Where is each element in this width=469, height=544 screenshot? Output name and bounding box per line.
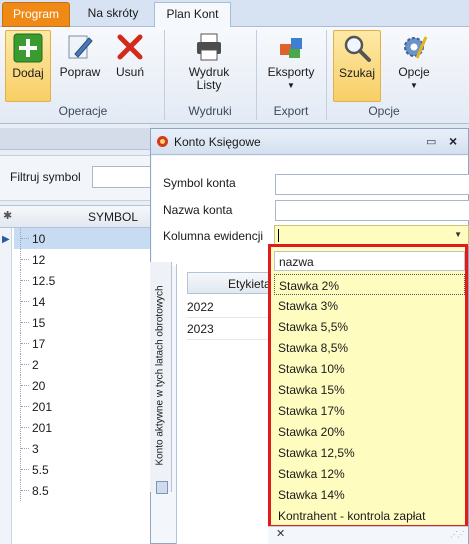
table-row[interactable]: 5.5 — [14, 459, 150, 480]
opcje-button[interactable]: Opcje ▼ — [392, 30, 436, 92]
column-header-symbol[interactable]: SYMBOL — [88, 210, 138, 224]
table-row[interactable]: 3 — [14, 438, 150, 459]
restore-icon[interactable]: ▭ — [426, 135, 436, 148]
group-label-wydruki: Wydruki — [188, 104, 232, 118]
ribbon-tabbar: Program Na skróty Plan Kont — [0, 0, 469, 28]
table-row[interactable]: 8.5 — [14, 480, 150, 501]
eksporty-button[interactable]: Eksporty ▼ — [262, 30, 320, 92]
side-tab-lata-obrotowe[interactable]: Konto aktywne w tych latach obrotowych — [150, 262, 172, 492]
chevron-down-icon: ▼ — [410, 81, 418, 90]
add-icon — [13, 33, 43, 63]
kolumna-label: Kolumna ewidencji — [163, 229, 264, 243]
resize-grip-icon[interactable]: ⋰⋰ — [450, 530, 465, 539]
szukaj-button[interactable]: Szukaj — [333, 30, 381, 102]
dropdown-item[interactable]: Stawka 17% — [274, 400, 465, 421]
dropdown-item[interactable]: Stawka 5,5% — [274, 316, 465, 337]
dropdown-item[interactable]: Stawka 3% — [274, 295, 465, 316]
table-row[interactable]: 201 — [14, 396, 150, 417]
export-icon — [276, 32, 306, 62]
nazwa-label: Nazwa konta — [163, 203, 233, 217]
filter-label: Filtruj symbol — [10, 170, 81, 184]
dropdown-item[interactable]: Stawka 15% — [274, 379, 465, 400]
dropdown-item[interactable]: Stawka 14% — [274, 484, 465, 505]
dropdown-item[interactable]: Stawka 10% — [274, 358, 465, 379]
separator — [256, 30, 257, 120]
usun-button[interactable]: Usuń — [110, 30, 150, 79]
close-icon[interactable]: × — [449, 133, 457, 149]
dropdown-item[interactable]: Stawka 20% — [274, 421, 465, 442]
popraw-button[interactable]: Popraw — [56, 30, 104, 79]
table-row[interactable]: 17 — [14, 333, 150, 354]
app-icon — [157, 136, 168, 147]
delete-icon — [115, 32, 145, 62]
dropdown-item[interactable]: Stawka 2% — [274, 274, 465, 295]
side-tab-icon — [156, 481, 168, 494]
table-row[interactable]: 10 — [14, 228, 150, 249]
dodaj-button[interactable]: Dodaj — [5, 30, 51, 102]
separator — [164, 30, 165, 120]
dialog-title: Konto Księgowe — [174, 135, 261, 149]
dropdown-item[interactable]: Stawka 12% — [274, 463, 465, 484]
gear-icon — [399, 32, 429, 62]
ribbon: Dodaj Popraw Usuń Wydruk Listy Eksporty … — [0, 27, 469, 124]
dropdown-item[interactable]: Stawka 12,5% — [274, 442, 465, 463]
table-row[interactable]: 15 — [14, 312, 150, 333]
tab-plan-kont[interactable]: Plan Kont — [154, 2, 231, 28]
tab-program[interactable]: Program — [2, 2, 70, 27]
row-pointer-icon: ▶ — [2, 234, 10, 245]
symbol-input[interactable] — [275, 174, 469, 195]
tab-na-skroty[interactable]: Na skróty — [75, 2, 151, 27]
table-row[interactable]: 2 — [14, 354, 150, 375]
wydruk-listy-button[interactable]: Wydruk Listy — [178, 30, 240, 92]
symbol-label: Symbol konta — [163, 176, 236, 190]
dropdown-column-header: nazwa — [274, 251, 465, 271]
asterisk-icon: ✱ — [3, 210, 13, 222]
dialog-titlebar[interactable]: Konto Księgowe ▭ × — [151, 129, 468, 155]
table-row[interactable]: 20 — [14, 375, 150, 396]
dropdown-footer: ✕ ⋰⋰ — [268, 526, 468, 544]
table-row[interactable]: 2022 — [187, 296, 277, 318]
edit-icon — [65, 32, 95, 62]
accounts-grid: ✱ SYMBOL ▶ 10 12 12.5 14 15 17 2 20 201 … — [0, 205, 150, 544]
dropdown-item[interactable]: Stawka 8,5% — [274, 337, 465, 358]
search-icon — [342, 33, 372, 63]
years-grid: Etykieta 2022 2023 — [176, 264, 277, 544]
group-label-opcje: Opcje — [368, 104, 400, 118]
group-label-export: Export — [273, 104, 309, 118]
separator — [326, 30, 327, 120]
kolumna-dropdown-list: nazwa Stawka 2% Stawka 3% Stawka 5,5% St… — [268, 244, 468, 528]
chevron-down-icon[interactable]: ▼ — [454, 230, 462, 239]
table-row[interactable]: 2023 — [187, 318, 277, 340]
row-selector-column — [0, 228, 12, 544]
group-label-operacje: Operacje — [58, 104, 108, 118]
dropdown-item[interactable]: Kontrahent - kontrola zapłat — [274, 505, 465, 526]
text-caret — [278, 229, 279, 242]
column-header-etykieta[interactable]: Etykieta — [187, 272, 277, 294]
table-row[interactable]: 201 — [14, 417, 150, 438]
table-row[interactable]: 14 — [14, 291, 150, 312]
grid-header: ✱ SYMBOL — [0, 206, 150, 228]
printer-icon — [194, 32, 224, 62]
filter-input[interactable] — [92, 166, 152, 188]
kolumna-ewidencji-combo[interactable]: ▼ — [274, 225, 469, 246]
clear-icon[interactable]: ✕ — [276, 527, 285, 540]
nazwa-input[interactable] — [275, 200, 469, 221]
chevron-down-icon: ▼ — [287, 81, 295, 90]
table-row[interactable]: 12.5 — [14, 270, 150, 291]
table-row[interactable]: 12 — [14, 249, 150, 270]
